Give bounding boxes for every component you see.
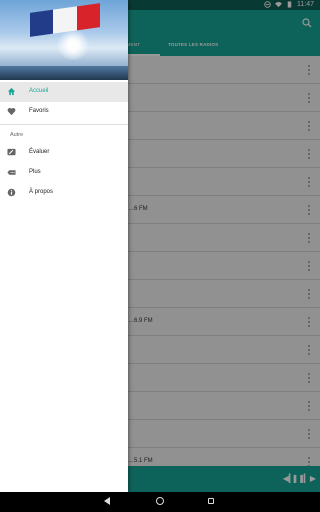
back-icon[interactable] xyxy=(104,497,110,505)
navigation-drawer: Accueil Favoris Autre Évaluer Plus À pro… xyxy=(0,0,128,492)
drawer-item-label: Évaluer xyxy=(29,149,50,155)
drawer-menu: Accueil Favoris Autre Évaluer Plus À pro… xyxy=(0,82,128,203)
system-nav-bar xyxy=(0,492,320,512)
drawer-item-label: À propos xyxy=(29,189,54,195)
rate-icon xyxy=(7,148,16,156)
heart-icon xyxy=(7,107,16,116)
drawer-item-home[interactable]: Accueil xyxy=(0,82,128,102)
more-apps-icon xyxy=(7,170,16,175)
drawer-item-about[interactable]: À propos xyxy=(0,183,128,203)
drawer-item-rate[interactable]: Évaluer xyxy=(0,143,128,163)
section-title: Autre xyxy=(10,132,24,138)
drawer-item-label: Accueil xyxy=(29,88,49,94)
header-ground xyxy=(0,66,128,80)
home-button-icon[interactable] xyxy=(156,497,164,505)
drawer-header-image xyxy=(0,0,128,80)
drawer-item-more[interactable]: Plus xyxy=(0,163,128,183)
drawer-item-label: Plus xyxy=(29,169,41,175)
recents-icon[interactable] xyxy=(208,498,214,504)
info-icon xyxy=(7,188,16,197)
home-icon xyxy=(7,87,16,96)
sun-glare xyxy=(55,30,91,60)
french-flag-image xyxy=(30,3,100,37)
drawer-item-favorites[interactable]: Favoris xyxy=(0,102,128,122)
drawer-item-label: Favoris xyxy=(29,108,49,114)
